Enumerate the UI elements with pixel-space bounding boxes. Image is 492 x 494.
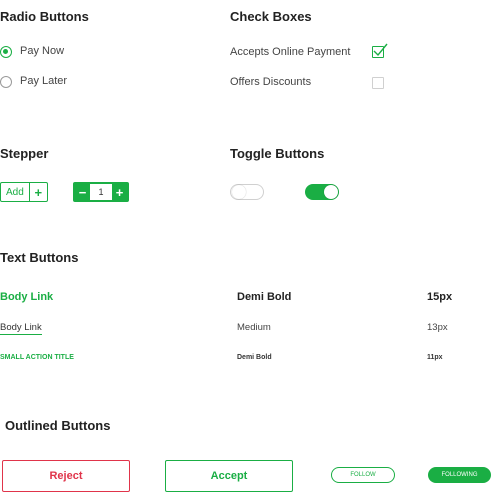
add-stepper[interactable]: Add +	[0, 182, 48, 202]
body-link-demi-bold[interactable]: Body Link	[0, 291, 53, 303]
radio-label: Pay Later	[20, 75, 68, 87]
toggle-off[interactable]	[230, 184, 264, 200]
outlined-buttons-section-title: Outlined Buttons	[5, 418, 111, 433]
body-link-medium[interactable]: Body Link	[0, 322, 42, 335]
radio-section-title: Radio Buttons	[0, 9, 89, 24]
checkbox-offers-discounts[interactable]: Offers Discounts	[230, 74, 390, 92]
add-stepper-label: Add	[6, 186, 24, 198]
toggle-knob	[324, 185, 338, 199]
radio-option-pay-later[interactable]: Pay Later	[0, 74, 80, 90]
following-button[interactable]: FOLLOWING	[428, 467, 491, 483]
reject-button[interactable]: Reject	[2, 460, 130, 492]
radio-option-pay-now[interactable]: Pay Now	[0, 44, 80, 60]
plus-icon[interactable]: +	[28, 183, 47, 201]
checkbox-label: Accepts Online Payment	[230, 46, 351, 58]
quantity-value: 1	[90, 184, 112, 200]
radio-selected-icon[interactable]	[0, 46, 12, 58]
checkbox-section-title: Check Boxes	[230, 9, 312, 24]
weight-label: Demi Bold	[237, 354, 272, 361]
accept-button[interactable]: Accept	[165, 460, 293, 492]
follow-button[interactable]: FOLLOW	[331, 467, 395, 483]
minus-icon[interactable]: −	[75, 184, 90, 200]
size-label: 13px	[427, 322, 448, 333]
check-icon	[373, 43, 388, 57]
toggle-on[interactable]	[305, 184, 339, 200]
small-action-title[interactable]: SMALL ACTION TITLE	[0, 354, 74, 361]
plus-icon[interactable]: +	[112, 184, 127, 200]
text-buttons-section-title: Text Buttons	[0, 250, 79, 265]
checkbox-label: Offers Discounts	[230, 76, 312, 88]
checkbox-checked-icon[interactable]	[372, 43, 388, 58]
toggle-section-title: Toggle Buttons	[230, 146, 325, 161]
radio-unselected-icon[interactable]	[0, 76, 12, 88]
radio-label: Pay Now	[20, 45, 65, 57]
checkbox-accepts-online-payment[interactable]: Accepts Online Payment	[230, 43, 390, 62]
weight-label: Demi Bold	[237, 291, 292, 303]
size-label: 11px	[427, 354, 443, 361]
stepper-section-title: Stepper	[0, 146, 49, 161]
checkbox-unchecked-icon[interactable]	[372, 77, 384, 89]
quantity-stepper[interactable]: − 1 +	[73, 182, 129, 202]
toggle-knob	[232, 185, 246, 199]
weight-label: Medium	[237, 322, 271, 333]
size-label: 15px	[427, 291, 453, 303]
